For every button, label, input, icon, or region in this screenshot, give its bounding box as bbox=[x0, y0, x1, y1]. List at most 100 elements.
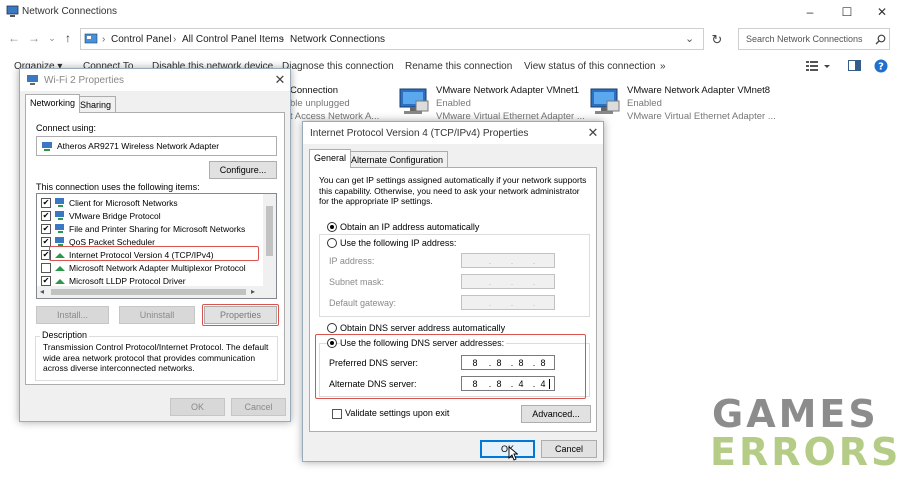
wifi-icon bbox=[27, 75, 38, 85]
help-icon[interactable]: ? bbox=[874, 59, 888, 73]
configure-button[interactable]: Configure... bbox=[209, 161, 277, 179]
adapter-name: VMware Network Adapter VMnet1 bbox=[436, 85, 580, 96]
list-vertical-scrollbar[interactable] bbox=[263, 194, 276, 286]
view-status-command[interactable]: View status of this connection bbox=[524, 61, 656, 72]
subnet-mask-field[interactable]: ... bbox=[461, 274, 555, 289]
tab-sharing[interactable]: Sharing bbox=[75, 96, 117, 113]
uninstall-button[interactable]: Uninstall bbox=[119, 306, 195, 324]
ip-address-field[interactable]: ... bbox=[461, 253, 555, 268]
search-placeholder: Search Network Connections bbox=[746, 34, 863, 44]
breadcrumb-separator: › bbox=[102, 34, 106, 45]
change-view-icon[interactable] bbox=[806, 60, 832, 72]
refresh-button[interactable]: ↻ bbox=[709, 32, 725, 48]
dialog-titlebar: Internet Protocol Version 4 (TCP/IPv4) P… bbox=[303, 122, 603, 144]
preferred-dns-field[interactable]: 8. 8. 8. 8 bbox=[461, 355, 555, 370]
tab-networking[interactable]: Networking bbox=[25, 94, 81, 113]
alternate-dns-field[interactable]: 8. 8. 4. 4 bbox=[461, 376, 555, 391]
mouse-pointer-icon bbox=[508, 446, 518, 461]
adapter-field: Atheros AR9271 Wireless Network Adapter bbox=[36, 136, 277, 156]
list-item[interactable]: ✔ QoS Packet Scheduler bbox=[41, 236, 276, 249]
service-icon bbox=[55, 224, 64, 233]
obtain-dns-auto-radio[interactable] bbox=[327, 323, 337, 333]
adapter-name: Atheros AR9271 Wireless Network Adapter bbox=[57, 141, 220, 151]
use-following-ip-radio[interactable] bbox=[327, 238, 337, 248]
ok-button[interactable]: OK bbox=[170, 398, 225, 416]
advanced-button[interactable]: Advanced... bbox=[521, 405, 591, 423]
search-input[interactable]: Search Network Connections bbox=[738, 28, 890, 50]
wifi-properties-dialog: Wi-Fi 2 Properties ✕ Networking Sharing … bbox=[19, 68, 291, 422]
description-label: Description bbox=[40, 330, 90, 340]
adapter-status: Enabled bbox=[627, 98, 662, 109]
general-panel: You can get IP settings assigned automat… bbox=[309, 167, 597, 432]
adapter-name: Connection bbox=[290, 85, 339, 96]
properties-button[interactable]: Properties bbox=[204, 306, 277, 324]
checkbox[interactable]: ✔ bbox=[41, 198, 51, 208]
navigation-bar: ← → ⌄ ↑ › Control Panel › All Control Pa… bbox=[0, 26, 900, 52]
dialog-close-button[interactable]: ✕ bbox=[583, 124, 603, 142]
obtain-ip-auto-radio[interactable] bbox=[327, 222, 337, 232]
preview-pane-icon[interactable] bbox=[848, 60, 861, 72]
dialog-close-button[interactable]: ✕ bbox=[270, 71, 290, 89]
components-list[interactable]: ✔ Client for Microsoft Networks ✔ VMware… bbox=[36, 193, 277, 299]
obtain-ip-auto-label: Obtain an IP address automatically bbox=[340, 222, 480, 232]
items-label: This connection uses the following items… bbox=[36, 182, 200, 192]
control-panel-icon bbox=[84, 33, 98, 44]
up-button[interactable]: ↑ bbox=[60, 30, 76, 46]
adapter-vmnet8[interactable]: VMware Network Adapter VMnet8 Enabled VM… bbox=[589, 85, 789, 131]
adapter-status: Enabled bbox=[436, 98, 471, 109]
window-title: Network Connections bbox=[22, 6, 118, 17]
checkbox[interactable]: ✔ bbox=[41, 250, 51, 260]
maximize-button[interactable]: ☐ bbox=[829, 0, 865, 24]
tab-general[interactable]: General bbox=[309, 149, 352, 168]
network-adapter-icon bbox=[42, 142, 52, 151]
scroll-right-icon[interactable]: ▸ bbox=[251, 287, 255, 296]
use-following-dns-label: Use the following DNS server addresses: bbox=[340, 338, 507, 348]
minimize-button[interactable]: – bbox=[792, 0, 828, 24]
cancel-button[interactable]: Cancel bbox=[231, 398, 286, 416]
diagnose-command[interactable]: Diagnose this connection bbox=[282, 61, 394, 72]
more-commands[interactable]: » bbox=[660, 61, 666, 72]
close-button[interactable]: ✕ bbox=[864, 0, 900, 24]
validate-checkbox[interactable] bbox=[332, 409, 342, 419]
checkbox[interactable]: ✔ bbox=[41, 276, 51, 286]
watermark-errors: ERRORS bbox=[710, 430, 900, 474]
service-icon bbox=[55, 237, 64, 246]
list-item[interactable]: ✔ Client for Microsoft Networks bbox=[41, 197, 276, 210]
breadcrumb-network-connections[interactable]: Network Connections bbox=[290, 34, 385, 45]
ip-address-label: IP address: bbox=[329, 256, 375, 266]
back-button[interactable]: ← bbox=[6, 30, 22, 46]
address-bar[interactable]: › Control Panel › All Control Panel Item… bbox=[80, 28, 704, 50]
scroll-left-icon[interactable]: ◂ bbox=[40, 287, 44, 296]
checkbox[interactable]: ✔ bbox=[41, 211, 51, 221]
connect-using-label: Connect using: bbox=[36, 123, 97, 133]
list-item[interactable]: ✔ VMware Bridge Protocol bbox=[41, 210, 276, 223]
list-item-ipv4[interactable]: ✔ Internet Protocol Version 4 (TCP/IPv4) bbox=[41, 249, 276, 262]
ipv4-properties-dialog: Internet Protocol Version 4 (TCP/IPv4) P… bbox=[302, 121, 604, 462]
scrollbar-thumb[interactable] bbox=[51, 289, 246, 295]
networking-panel: Connect using: Atheros AR9271 Wireless N… bbox=[25, 112, 285, 385]
cancel-button[interactable]: Cancel bbox=[541, 440, 597, 458]
recent-locations-button[interactable]: ⌄ bbox=[44, 30, 60, 46]
forward-button[interactable]: → bbox=[26, 30, 42, 46]
use-following-dns-radio[interactable] bbox=[327, 338, 337, 348]
list-horizontal-scrollbar[interactable]: ◂ ▸ bbox=[37, 286, 276, 298]
tab-alternate-configuration[interactable]: Alternate Configuration bbox=[346, 151, 449, 168]
adapter-name: VMware Network Adapter VMnet8 bbox=[627, 85, 771, 96]
network-adapter-icon bbox=[590, 88, 620, 114]
service-icon bbox=[55, 211, 64, 220]
list-item[interactable]: Microsoft Network Adapter Multiplexor Pr… bbox=[41, 262, 276, 275]
rename-command[interactable]: Rename this connection bbox=[405, 61, 512, 72]
list-item[interactable]: ✔ File and Printer Sharing for Microsoft… bbox=[41, 223, 276, 236]
default-gateway-field[interactable]: ... bbox=[461, 295, 555, 310]
scrollbar-thumb[interactable] bbox=[266, 206, 273, 256]
breadcrumb-control-panel[interactable]: Control Panel bbox=[111, 34, 172, 45]
address-dropdown-icon[interactable]: ⌄ bbox=[685, 32, 694, 45]
network-adapter-icon bbox=[399, 88, 429, 114]
breadcrumb-all-items[interactable]: All Control Panel Items bbox=[182, 34, 284, 45]
alternate-dns-label: Alternate DNS server: bbox=[329, 379, 417, 389]
checkbox[interactable]: ✔ bbox=[41, 224, 51, 234]
install-button[interactable]: Install... bbox=[36, 306, 109, 324]
obtain-dns-auto-label: Obtain DNS server address automatically bbox=[340, 323, 506, 333]
checkbox[interactable]: ✔ bbox=[41, 237, 51, 247]
checkbox[interactable] bbox=[41, 263, 51, 273]
